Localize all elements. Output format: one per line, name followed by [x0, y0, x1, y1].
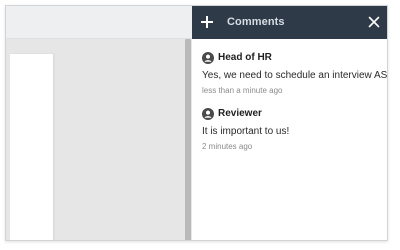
- scrollbar-thumb[interactable]: [185, 39, 191, 240]
- comment-header: Head of HR: [202, 52, 387, 66]
- document-area: [6, 39, 185, 240]
- vertical-scrollbar[interactable]: [185, 39, 191, 240]
- document-page[interactable]: [10, 54, 53, 240]
- comments-panel: Comments Head of HR Yes, we need to sche…: [192, 6, 387, 240]
- plus-icon: [201, 16, 213, 28]
- comment-item[interactable]: Head of HR Yes, we need to schedule an i…: [202, 52, 387, 95]
- comment-text: Yes, we need to schedule an interview AS…: [202, 70, 388, 81]
- comment-text: It is important to us!: [202, 126, 290, 137]
- comment-author: Reviewer: [218, 108, 262, 119]
- document-toolbar: [6, 6, 192, 39]
- user-avatar-icon: [202, 52, 214, 64]
- close-panel-button[interactable]: [367, 15, 381, 29]
- add-comment-button[interactable]: [198, 13, 216, 31]
- close-icon: [368, 16, 380, 28]
- comment-item[interactable]: Reviewer It is important to us! 2 minute…: [202, 108, 387, 151]
- comment-author: Head of HR: [218, 52, 272, 63]
- comment-timestamp: 2 minutes ago: [202, 142, 253, 151]
- comment-header: Reviewer: [202, 108, 387, 122]
- panel-title: Comments: [227, 16, 285, 28]
- comment-timestamp: less than a minute ago: [202, 86, 283, 95]
- app-window: Comments Head of HR Yes, we need to sche…: [5, 5, 388, 241]
- user-avatar-icon: [202, 108, 214, 120]
- comments-panel-header: Comments: [192, 6, 387, 39]
